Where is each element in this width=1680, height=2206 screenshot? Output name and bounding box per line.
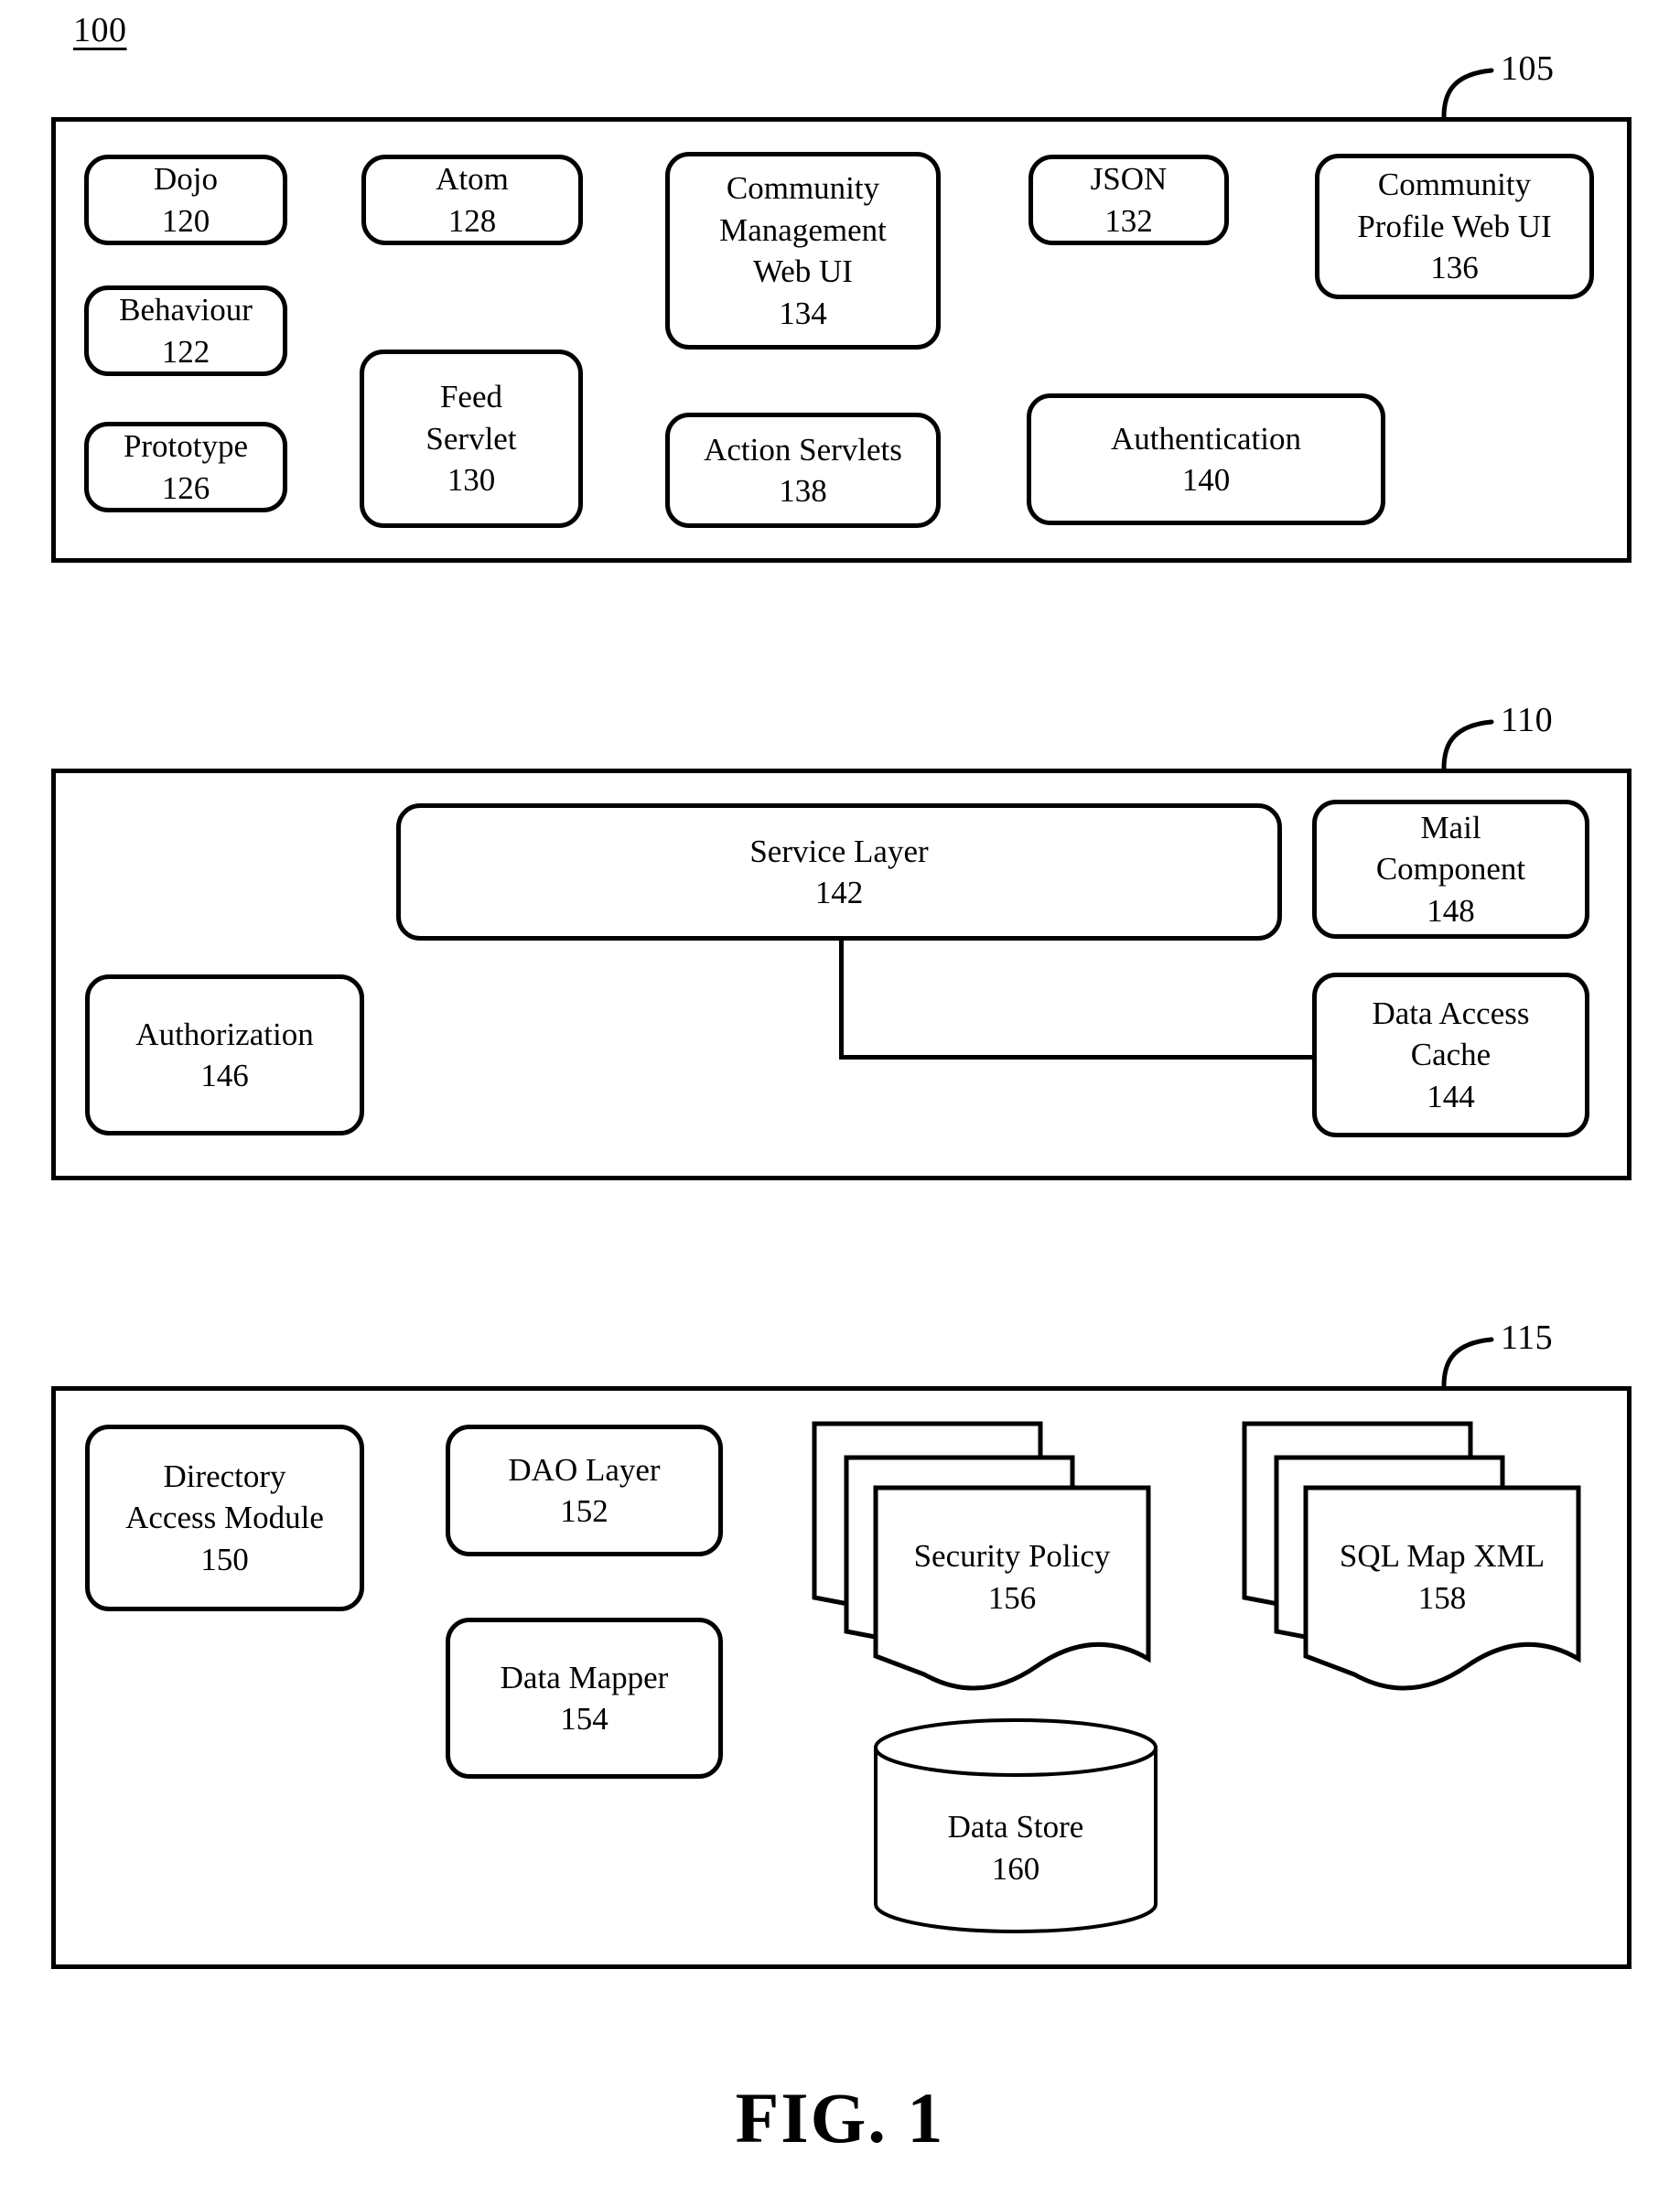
node-data-mapper-label: Data Mapper <box>500 1659 669 1695</box>
node-mail-component[interactable]: Mail Component 148 <box>1312 800 1589 939</box>
node-community-management-web-ui-label: Community Management Web UI <box>719 170 887 289</box>
node-prototype-number: 126 <box>161 469 210 506</box>
node-authorization[interactable]: Authorization 146 <box>85 974 364 1135</box>
node-authorization-label: Authorization <box>135 1016 314 1052</box>
node-data-access-cache-number: 144 <box>1427 1078 1475 1114</box>
node-atom-label: Atom <box>436 161 509 197</box>
leader-line-110 <box>1441 719 1494 771</box>
node-atom-number: 128 <box>447 202 497 239</box>
stack-sql-map-xml-text: SQL Map XML 158 <box>1306 1535 1578 1619</box>
cylinder-data-store-number: 160 <box>991 1850 1040 1887</box>
node-data-mapper-number: 154 <box>560 1701 608 1737</box>
stack-sql-map-xml-number: 158 <box>1417 1579 1467 1616</box>
stack-security-policy-label: Security Policy <box>913 1538 1111 1574</box>
node-community-profile-web-ui[interactable]: Community Profile Web UI 136 <box>1315 154 1594 299</box>
stack-security-policy[interactable]: Security Policy 156 <box>810 1407 1167 1709</box>
cylinder-data-store-label: Data Store <box>947 1809 1084 1845</box>
figure-reference-numeral: 100 <box>73 11 127 49</box>
node-action-servlets-label: Action Servlets <box>704 431 902 468</box>
node-atom[interactable]: Atom 128 <box>361 155 583 245</box>
leader-line-115 <box>1441 1337 1494 1389</box>
cylinder-data-store[interactable]: Data Store 160 <box>869 1718 1162 1933</box>
node-prototype[interactable]: Prototype 126 <box>84 422 287 512</box>
stack-sql-map-xml-label: SQL Map XML <box>1339 1538 1545 1574</box>
node-data-access-cache-label: Data Access Cache <box>1372 995 1530 1073</box>
node-service-layer-label: Service Layer <box>749 833 929 869</box>
cylinder-data-store-text: Data Store 160 <box>869 1806 1162 1889</box>
node-authentication-number: 140 <box>1181 462 1231 498</box>
connector-service-layer-horizontal <box>839 1055 1316 1060</box>
node-dojo[interactable]: Dojo 120 <box>84 155 287 245</box>
node-behaviour-number: 122 <box>161 333 210 370</box>
patent-figure: 100 105 Dojo 120 Behaviour 122 Prototype… <box>0 0 1680 2206</box>
node-mail-component-label: Mail Component <box>1375 809 1526 888</box>
node-dao-layer[interactable]: DAO Layer 152 <box>446 1425 723 1556</box>
node-action-servlets-number: 138 <box>779 473 827 509</box>
presentation-layer-reference-numeral: 105 <box>1501 49 1555 88</box>
connector-service-layer-vertical <box>839 937 844 1060</box>
node-dao-layer-label: DAO Layer <box>508 1451 661 1488</box>
node-community-management-web-ui-number: 134 <box>779 295 827 331</box>
node-json-number: 132 <box>1104 202 1153 239</box>
stack-sql-map-xml[interactable]: SQL Map XML 158 <box>1240 1407 1597 1709</box>
node-authentication[interactable]: Authentication 140 <box>1027 393 1385 525</box>
node-data-mapper[interactable]: Data Mapper 154 <box>446 1618 723 1779</box>
stack-security-policy-text: Security Policy 156 <box>876 1535 1148 1619</box>
node-community-profile-web-ui-label: Community Profile Web UI <box>1357 167 1552 244</box>
node-directory-access-module[interactable]: Directory Access Module 150 <box>85 1425 364 1611</box>
node-dao-layer-number: 152 <box>560 1493 608 1529</box>
node-feed-servlet-label: Feed Servlet <box>425 379 517 457</box>
node-prototype-label: Prototype <box>123 428 249 464</box>
figure-caption: FIG. 1 <box>735 2078 945 2158</box>
data-layer-reference-numeral: 115 <box>1501 1318 1554 1357</box>
service-layer-reference-numeral: 110 <box>1501 701 1554 739</box>
node-authentication-label: Authentication <box>1110 420 1301 457</box>
node-community-management-web-ui[interactable]: Community Management Web UI 134 <box>665 152 941 350</box>
node-feed-servlet-number: 130 <box>447 462 496 499</box>
node-directory-access-module-label: Directory Access Module <box>125 1458 324 1536</box>
node-mail-component-number: 148 <box>1427 892 1475 929</box>
node-service-layer-number: 142 <box>814 875 864 910</box>
node-dojo-number: 120 <box>161 202 210 239</box>
node-authorization-number: 146 <box>200 1058 249 1093</box>
node-dojo-label: Dojo <box>154 161 218 197</box>
node-community-profile-web-ui-number: 136 <box>1430 250 1479 286</box>
node-data-access-cache[interactable]: Data Access Cache 144 <box>1312 973 1589 1137</box>
node-behaviour-label: Behaviour <box>119 292 253 328</box>
node-json[interactable]: JSON 132 <box>1028 155 1229 245</box>
node-service-layer[interactable]: Service Layer 142 <box>396 803 1282 941</box>
node-feed-servlet[interactable]: Feed Servlet 130 <box>360 350 583 528</box>
node-directory-access-module-number: 150 <box>200 1541 249 1577</box>
node-action-servlets[interactable]: Action Servlets 138 <box>665 413 941 528</box>
node-behaviour[interactable]: Behaviour 122 <box>84 285 287 376</box>
leader-line-105 <box>1441 68 1494 120</box>
stack-security-policy-number: 156 <box>987 1579 1037 1616</box>
node-json-label: JSON <box>1090 161 1168 197</box>
